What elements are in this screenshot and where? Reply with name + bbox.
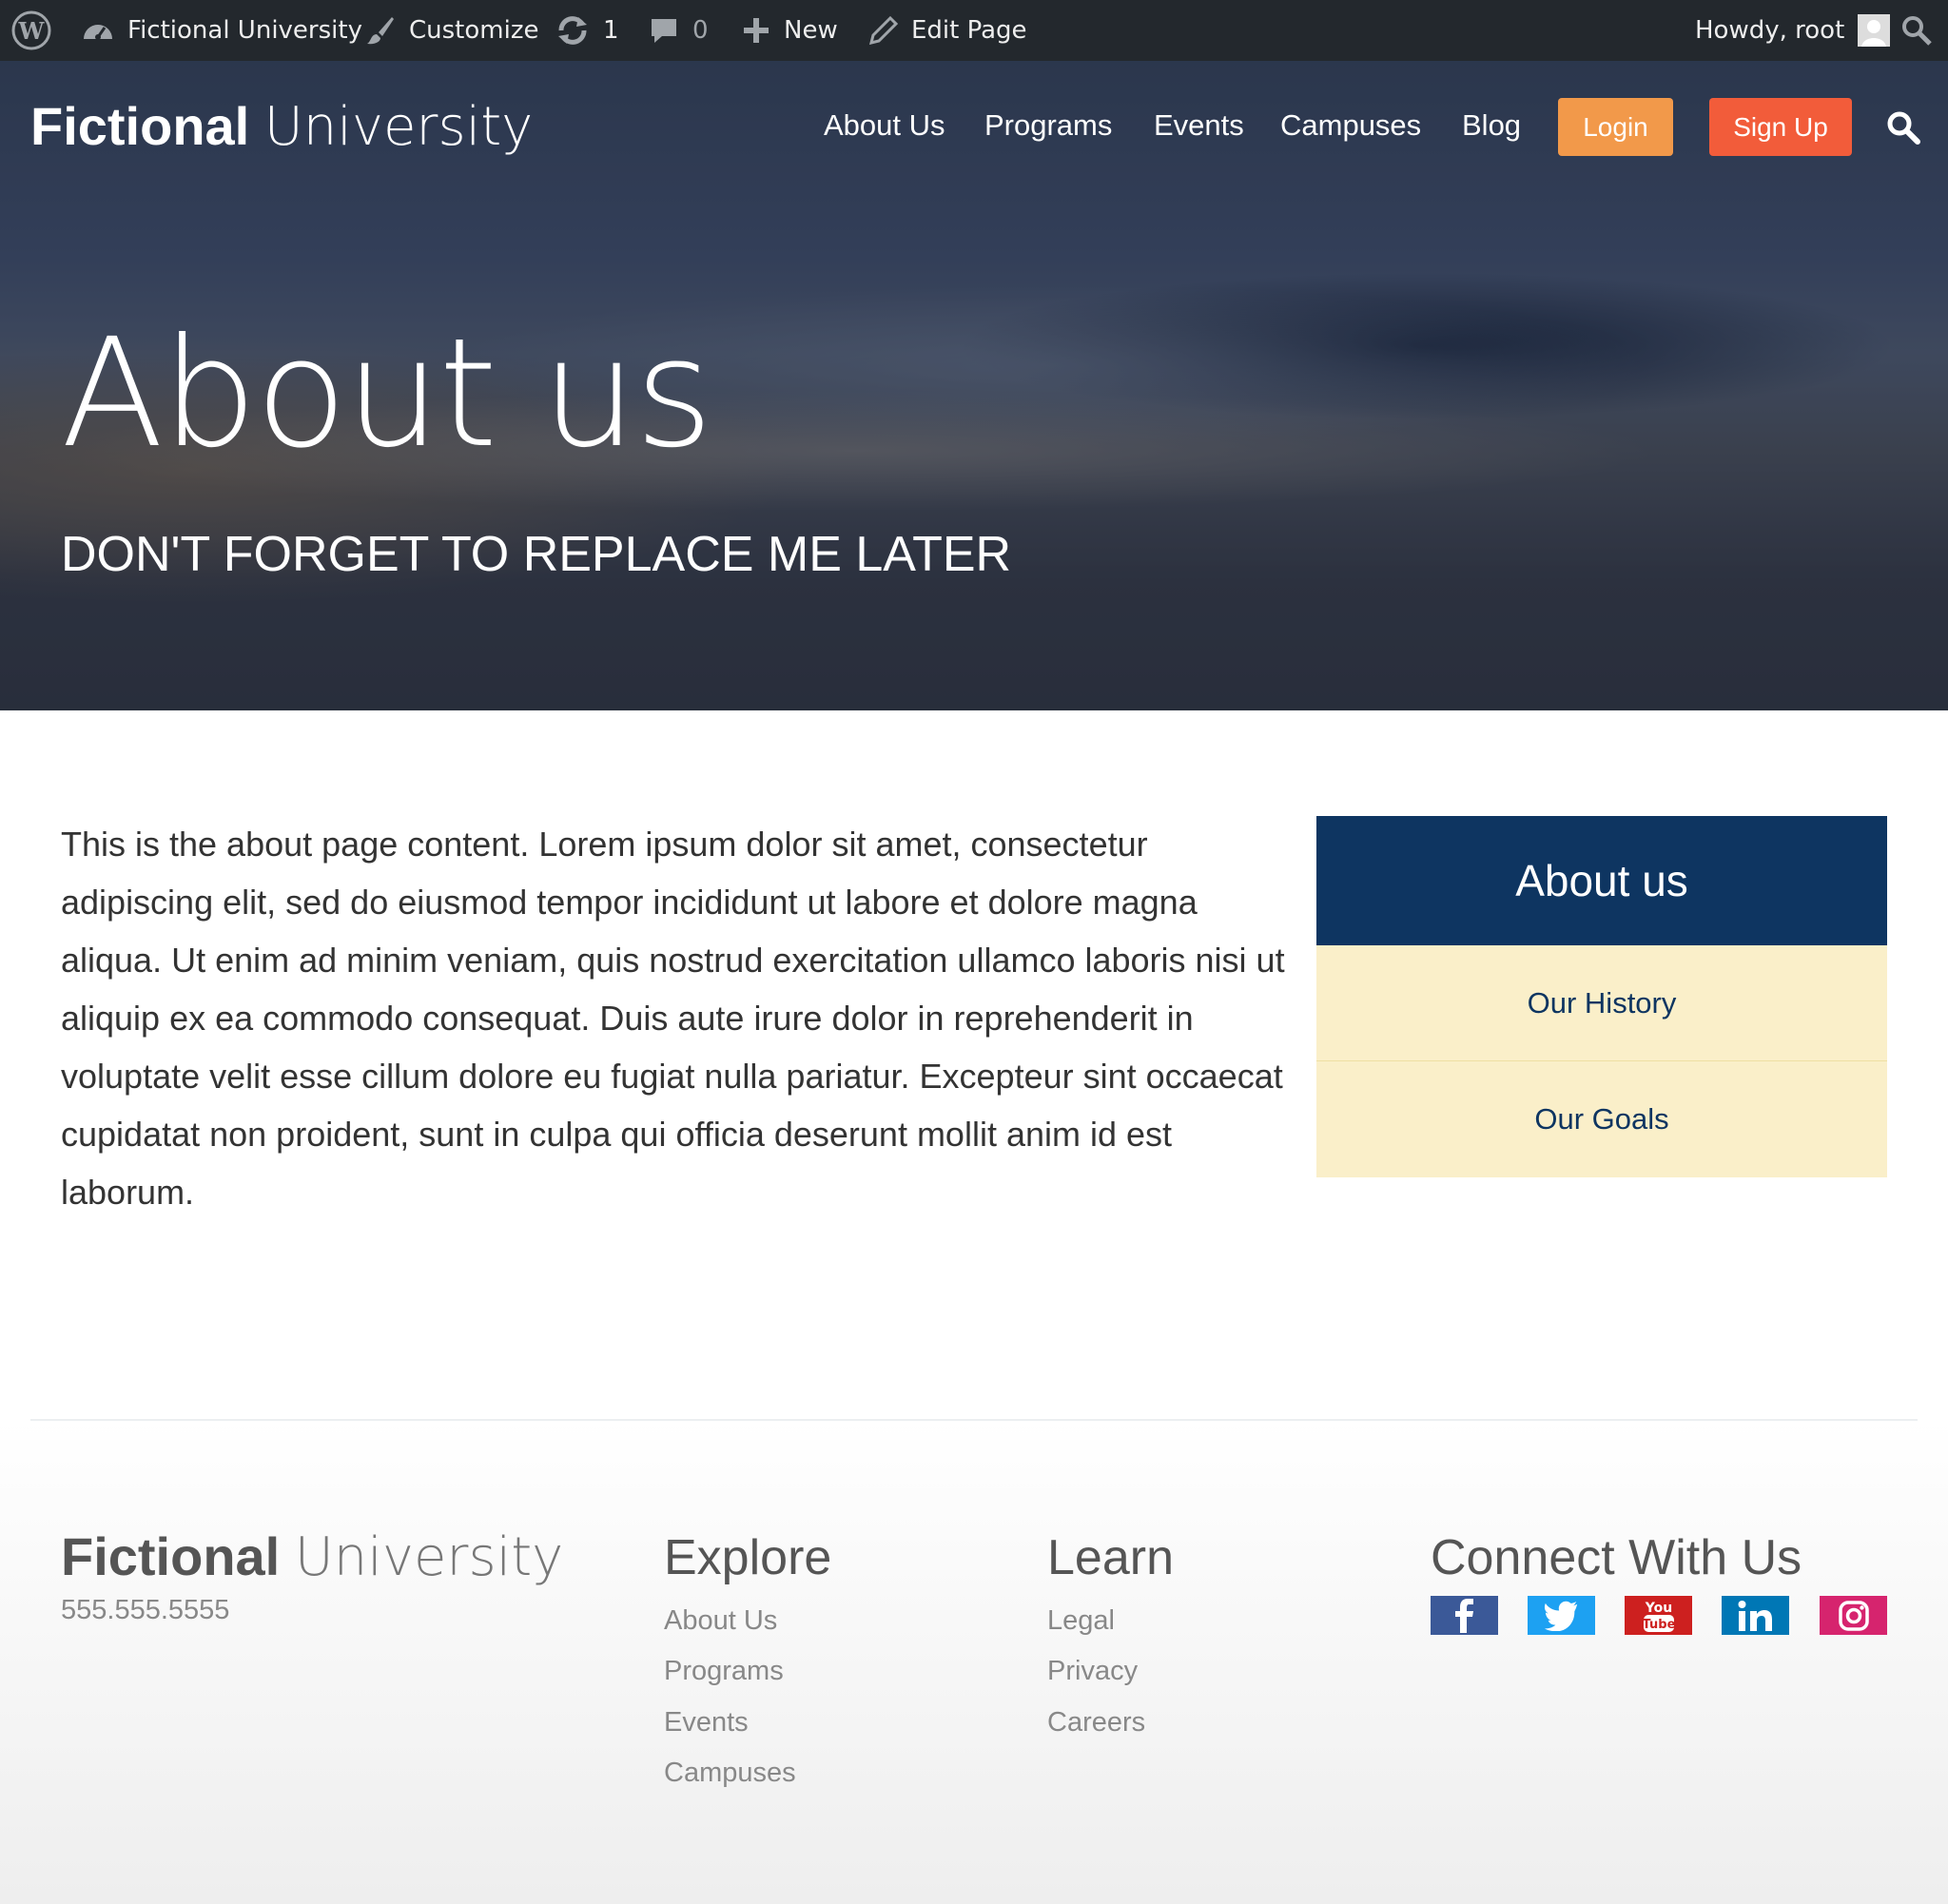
footer-link-events[interactable]: Events — [664, 1707, 749, 1739]
footer-logo-light: University — [294, 1526, 564, 1588]
sidebar-menu-title[interactable]: About us — [1316, 816, 1887, 945]
admin-edit-page-label: Edit Page — [911, 16, 1027, 45]
admin-search-icon[interactable] — [1900, 0, 1933, 61]
sidebar-item-our-goals[interactable]: Our Goals — [1316, 1061, 1887, 1177]
nav-programs[interactable]: Programs — [984, 97, 1112, 154]
footer-connect-heading: Connect With Us — [1431, 1530, 1802, 1585]
instagram-icon[interactable] — [1820, 1596, 1887, 1635]
footer-divider — [30, 1419, 1918, 1421]
howdy-label: Howdy, root — [1695, 16, 1845, 45]
footer-phone: 555.555.5555 — [61, 1595, 230, 1625]
admin-new-label: New — [784, 16, 838, 45]
updates-count: 1 — [603, 16, 619, 45]
svg-text:Tube: Tube — [1642, 1618, 1675, 1632]
paintbrush-icon — [365, 15, 396, 46]
svg-text:W: W — [18, 17, 46, 45]
facebook-icon[interactable] — [1431, 1596, 1498, 1635]
page-title: About us — [61, 306, 713, 481]
signup-button[interactable]: Sign Up — [1709, 98, 1852, 156]
admin-updates[interactable]: 1 — [555, 0, 619, 61]
footer-link-legal[interactable]: Legal — [1047, 1605, 1115, 1637]
nav-campuses[interactable]: Campuses — [1280, 97, 1421, 154]
footer-logo[interactable]: Fictional University — [61, 1525, 563, 1588]
site-logo[interactable]: Fictional University — [30, 95, 533, 158]
youtube-icon[interactable]: You Tube — [1625, 1596, 1692, 1635]
admin-site-name-label: Fictional University — [127, 16, 362, 45]
pencil-icon — [869, 16, 898, 45]
wordpress-logo-icon[interactable]: W — [11, 0, 51, 61]
admin-account[interactable]: Howdy, root — [1695, 0, 1891, 61]
nav-about-us[interactable]: About Us — [824, 97, 945, 154]
comments-count: 0 — [692, 16, 709, 45]
page-content: This is the about page content. Lorem ip… — [61, 825, 1285, 1212]
footer-link-privacy[interactable]: Privacy — [1047, 1656, 1138, 1687]
admin-bar: W Fictional University Customize 1 0 New — [0, 0, 1948, 61]
site-footer — [0, 1419, 1948, 1904]
footer-link-about-us[interactable]: About Us — [664, 1605, 777, 1637]
admin-site-name[interactable]: Fictional University — [82, 0, 362, 61]
nav-events[interactable]: Events — [1154, 97, 1244, 154]
site-logo-light: University — [263, 96, 534, 158]
updates-icon — [555, 15, 590, 46]
footer-logo-bold: Fictional — [61, 1526, 281, 1586]
twitter-icon[interactable] — [1528, 1596, 1595, 1635]
admin-edit-page[interactable]: Edit Page — [869, 0, 1027, 61]
linkedin-icon[interactable] — [1722, 1596, 1789, 1635]
sidebar-item-our-history[interactable]: Our History — [1316, 945, 1887, 1061]
footer-explore-heading: Explore — [664, 1530, 832, 1585]
admin-comments[interactable]: 0 — [649, 0, 709, 61]
avatar — [1858, 14, 1891, 47]
site-logo-bold: Fictional — [30, 96, 250, 156]
comment-icon — [649, 15, 679, 46]
footer-learn-heading: Learn — [1047, 1530, 1174, 1585]
sidebar-menu: About us Our History Our Goals — [1316, 816, 1887, 1177]
dashboard-icon — [82, 16, 114, 45]
page-subtitle: DON'T FORGET TO REPLACE ME LATER — [61, 527, 1012, 582]
admin-new[interactable]: New — [742, 0, 838, 61]
login-button[interactable]: Login — [1558, 98, 1673, 156]
footer-link-programs[interactable]: Programs — [664, 1656, 784, 1687]
plus-icon — [742, 16, 770, 45]
footer-link-campuses[interactable]: Campuses — [664, 1758, 796, 1789]
admin-customize[interactable]: Customize — [365, 0, 538, 61]
nav-blog[interactable]: Blog — [1462, 97, 1521, 154]
search-icon[interactable] — [1886, 110, 1920, 145]
footer-link-careers[interactable]: Careers — [1047, 1707, 1145, 1739]
admin-customize-label: Customize — [409, 16, 539, 45]
svg-text:You: You — [1644, 1601, 1671, 1616]
